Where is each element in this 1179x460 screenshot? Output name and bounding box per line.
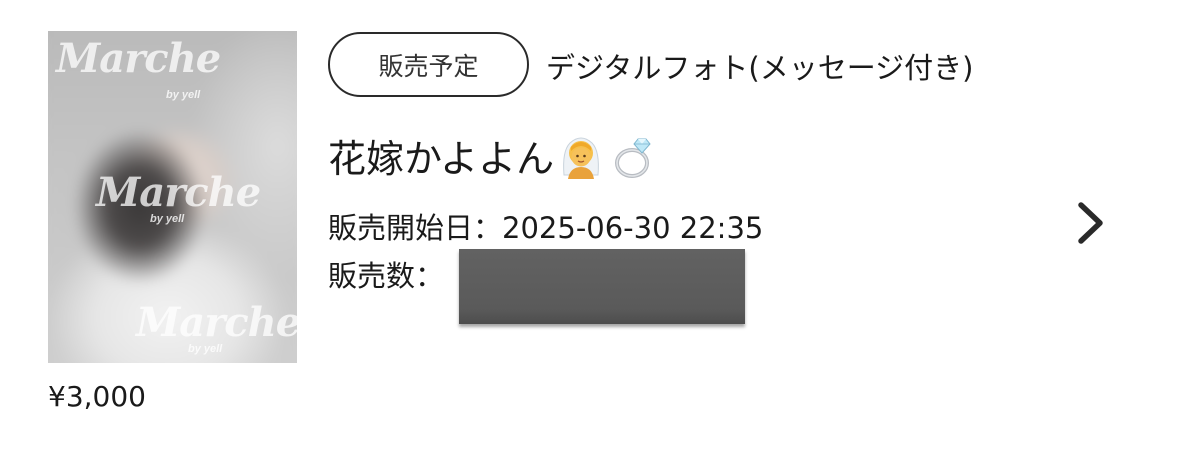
ring-icon: [615, 138, 651, 178]
product-title: 花嫁かよよん: [328, 128, 658, 183]
sales-count-label: 販売数：: [328, 259, 445, 293]
sale-start-label: 販売開始日：: [328, 211, 503, 245]
product-thumbnail[interactable]: Marche by yell Marche by yell Marche by …: [48, 31, 297, 363]
watermark-sub: by yell: [188, 343, 223, 355]
price-label: ¥3,000: [48, 380, 146, 413]
status-badge: 販売予定: [328, 32, 529, 97]
watermark-sub: by yell: [166, 89, 201, 101]
status-badge-label: 販売予定: [378, 51, 479, 81]
category-label: デジタルフォト(メッセージ付き): [546, 51, 974, 85]
watermark-sub: by yell: [150, 213, 185, 225]
sales-count: 販売数：: [328, 253, 444, 295]
sale-start-date: 販売開始日：2025-06-30 22:35: [328, 205, 763, 247]
watermark-logo: Marche: [136, 299, 297, 346]
watermark-logo: Marche: [56, 35, 221, 82]
chevron-right-icon[interactable]: [1073, 200, 1107, 246]
sale-start-value: 2025-06-30 22:35: [502, 211, 764, 245]
redaction-box: [459, 249, 745, 324]
product-title-text: 花嫁かよよん: [328, 137, 555, 181]
bride-with-veil-icon: [563, 137, 599, 179]
product-list-item[interactable]: Marche by yell Marche by yell Marche by …: [0, 0, 1179, 460]
watermark-logo: Marche: [96, 169, 261, 216]
